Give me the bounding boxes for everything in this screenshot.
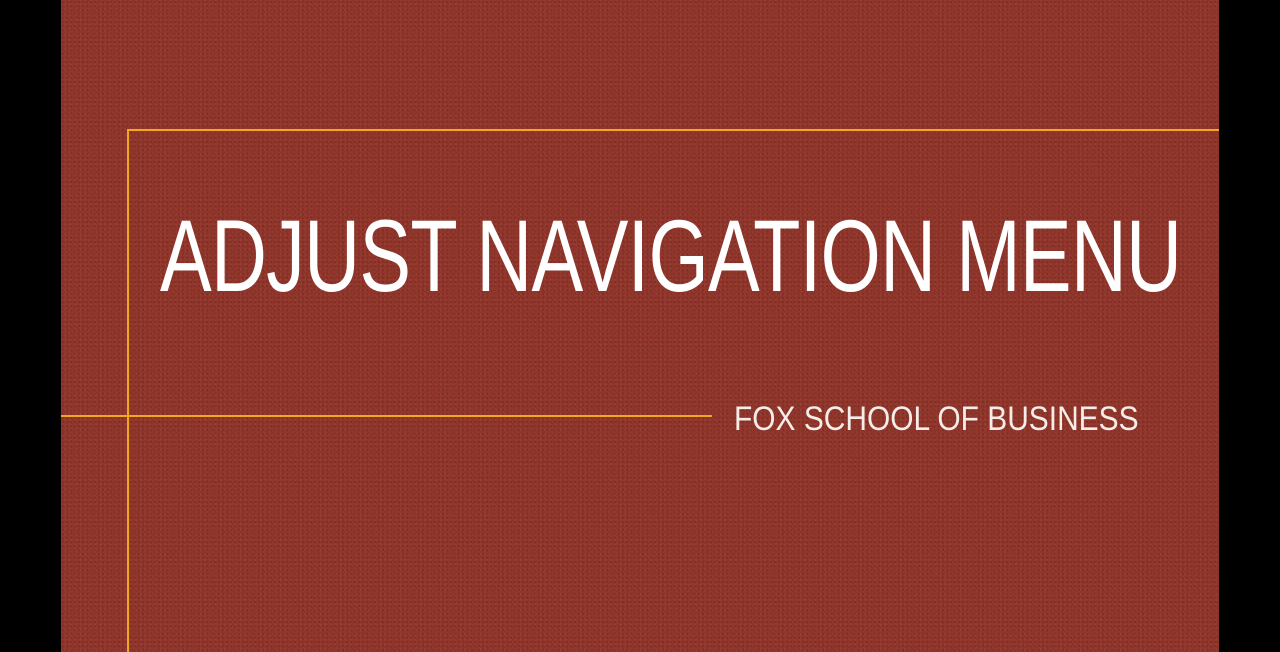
slide-subtitle: FOX SCHOOL OF BUSINESS bbox=[734, 400, 1139, 438]
accent-line-top bbox=[127, 129, 1219, 131]
accent-line-vertical bbox=[127, 129, 129, 652]
accent-line-middle bbox=[61, 415, 712, 417]
title-slide: ADJUST NAVIGATION MENU FOX SCHOOL OF BUS… bbox=[61, 0, 1219, 652]
slide-title: ADJUST NAVIGATION MENU bbox=[160, 199, 1182, 313]
video-frame: ADJUST NAVIGATION MENU FOX SCHOOL OF BUS… bbox=[0, 0, 1280, 652]
